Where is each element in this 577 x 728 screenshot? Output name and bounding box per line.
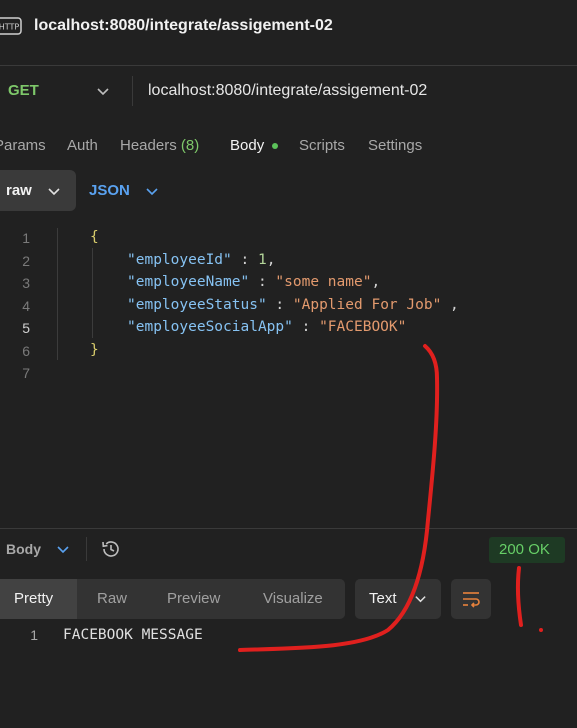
code-line: "employeeSocialApp" : "FACEBOOK" [127,319,406,335]
line-number: 6 [22,343,30,359]
http-icon: HTTP [0,17,22,35]
wrap-lines-icon [463,592,480,608]
json-value: "Applied For Job" [292,297,442,313]
response-divider[interactable] [0,528,577,529]
json-sep: : [266,297,293,313]
line-number: 3 [22,275,30,291]
chevron-down-icon[interactable] [56,542,70,556]
line-number: 5 [22,320,30,336]
annotation-dot [539,628,543,632]
response-format-label: Text [369,590,397,607]
json-key: "employeeId" [127,252,232,268]
code-line: "employeeName" : "some name", [127,274,380,290]
method-select[interactable]: GET [8,82,39,99]
view-tab-raw[interactable]: Raw [97,590,127,607]
body-type-label: raw [6,182,32,199]
chevron-down-icon [48,188,60,196]
json-value: "some name" [275,274,372,290]
url-input[interactable]: localhost:8080/integrate/assigement-02 [148,82,427,100]
json-sep: : [292,319,320,335]
divider [86,537,87,561]
body-indicator-dot [272,143,278,149]
brace-open: { [90,229,99,245]
body-format-select[interactable]: JSON [89,182,130,199]
line-number: 2 [22,253,30,269]
response-body-text[interactable]: FACEBOOK MESSAGE [63,627,203,643]
tab-title[interactable]: localhost:8080/integrate/assigement-02 [34,17,333,35]
response-section-select[interactable]: Body [6,541,41,557]
tab-headers[interactable]: Headers (8) [120,137,199,154]
chevron-down-icon [415,596,426,603]
chevron-down-icon[interactable] [145,184,159,198]
json-key: "employeeSocialApp" [127,319,293,335]
response-line-number: 1 [30,627,38,643]
svg-text:HTTP: HTTP [0,23,19,32]
divider [132,76,133,106]
view-tab-visualize[interactable]: Visualize [263,590,323,607]
json-sep: : [231,252,258,268]
indent-guide [57,228,58,360]
tab-scripts[interactable]: Scripts [299,137,345,154]
code-line: "employeeId" : 1, [127,252,275,268]
line-number: 7 [22,365,30,381]
json-sep: : [249,274,276,290]
json-value: 1 [257,252,267,268]
tab-auth[interactable]: Auth [67,137,98,154]
annotation-stroke [515,566,523,627]
history-icon[interactable] [100,538,122,560]
json-tail: , [371,274,381,290]
view-tab-preview[interactable]: Preview [167,590,220,607]
headers-count: (8) [180,137,200,154]
tab-headers-label: Headers [120,137,177,154]
json-key: "employeeName" [127,274,250,290]
response-format-select[interactable] [355,579,441,619]
json-tail: , [441,297,459,313]
indent-guide [92,248,93,338]
code-line: } [90,342,99,358]
json-value: "FACEBOOK" [319,319,407,335]
json-tail: , [266,252,276,268]
tab-settings[interactable]: Settings [368,137,422,154]
brace-close: } [90,342,99,358]
tab-body[interactable]: Body [230,137,264,154]
divider [0,65,577,66]
chevron-down-icon[interactable] [96,84,110,98]
code-line: "employeeStatus" : "Applied For Job" , [127,297,459,313]
json-key: "employeeStatus" [127,297,267,313]
view-tab-pretty-label: Pretty [14,590,54,607]
code-line: { [90,229,99,245]
line-number: 1 [22,230,30,246]
status-code: 200 OK [499,541,550,558]
title-bar: HTTP localhost:8080/integrate/assigement… [0,0,577,54]
line-number: 4 [22,298,30,314]
tab-params[interactable]: Params [0,137,46,154]
